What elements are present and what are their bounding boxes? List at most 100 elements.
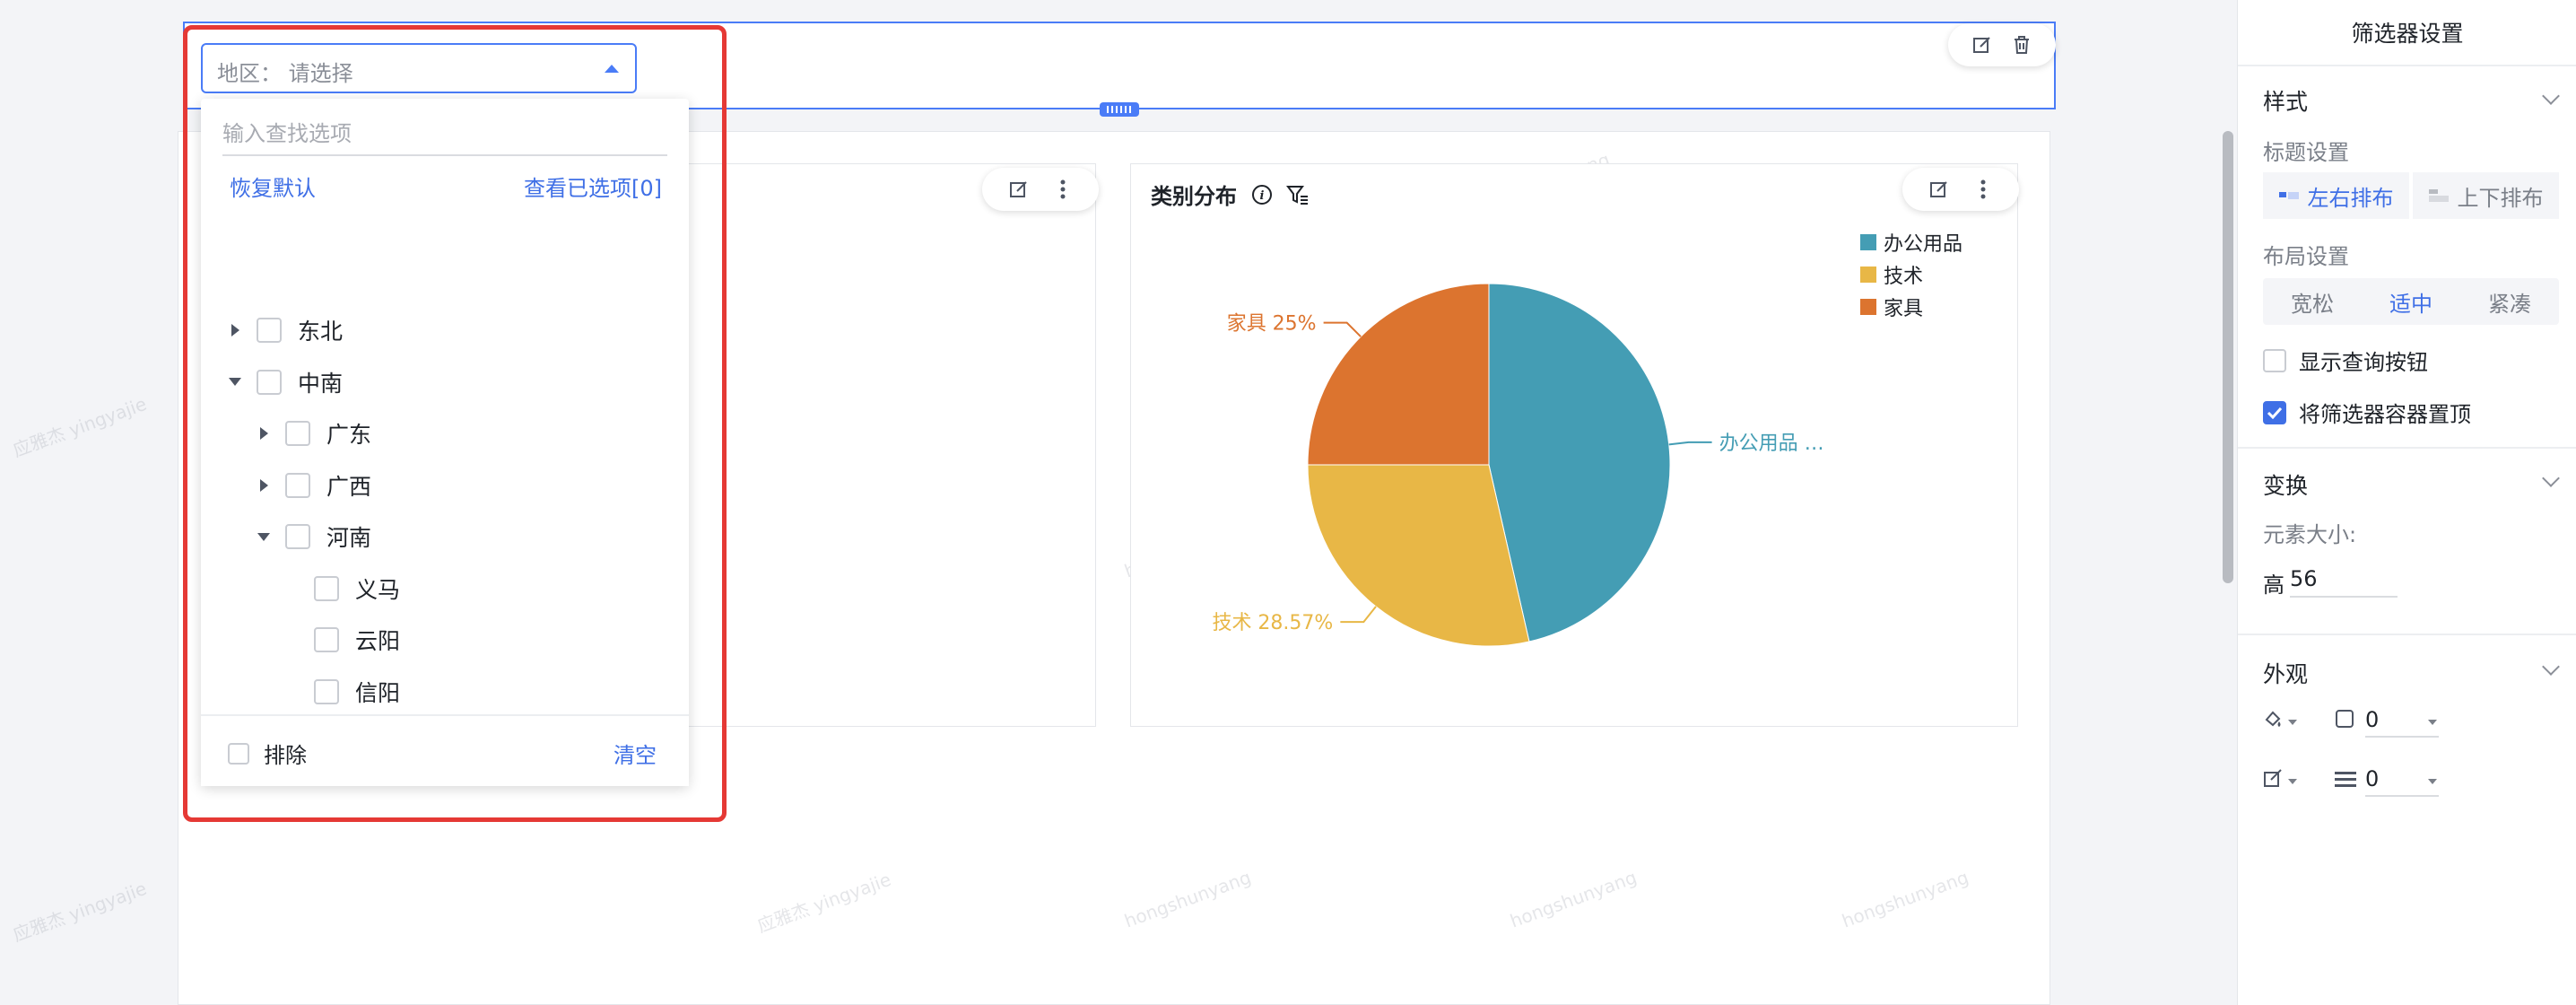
resize-handle[interactable]	[1100, 102, 1139, 117]
border-color-icon[interactable]	[2263, 768, 2284, 793]
option-search-input[interactable]	[222, 113, 667, 156]
transform-section-header[interactable]: 变换	[2263, 468, 2308, 501]
checkbox[interactable]	[257, 369, 282, 395]
legend-item[interactable]: 家具	[1860, 293, 1923, 321]
chevron-down-icon[interactable]	[2542, 87, 2560, 105]
caret-down-icon[interactable]	[255, 528, 273, 546]
border-width-icon	[2335, 770, 2356, 791]
tree-option[interactable]: 广西	[255, 468, 371, 503]
label-leader-line	[1340, 606, 1377, 624]
title-layout-vertical[interactable]: 上下排布	[2413, 172, 2559, 219]
pie-slice[interactable]	[1307, 283, 1490, 466]
caret-right-icon[interactable]	[255, 476, 273, 494]
watermark: 应雅杰 yingyajie	[10, 877, 150, 946]
checkbox[interactable]	[228, 742, 249, 765]
checkbox[interactable]	[314, 627, 339, 652]
restore-default-link[interactable]: 恢复默认	[230, 170, 316, 202]
option-label: 中南	[298, 370, 344, 397]
option-label: 广东	[326, 422, 372, 448]
caret-down-icon[interactable]	[2428, 720, 2437, 725]
clear-button[interactable]: 清空	[614, 738, 657, 769]
checkbox[interactable]	[2263, 348, 2286, 372]
caret-down-icon[interactable]	[2288, 779, 2297, 784]
edit-icon[interactable]	[1968, 31, 1997, 59]
dropdown-footer: 排除 清空	[201, 714, 689, 786]
exclude-label: 排除	[264, 743, 307, 768]
divider	[2238, 447, 2576, 449]
chevron-down-icon[interactable]	[2542, 658, 2560, 676]
tree-option[interactable]: 云阳	[283, 622, 400, 658]
element-size-label: 元素大小:	[2263, 522, 2357, 547]
fill-color-icon[interactable]	[2263, 709, 2284, 734]
legend-swatch	[1860, 234, 1876, 250]
filter-settings-panel: 筛选器设置 样式 标题设置 左右排布 上下排布 布局设置 宽松 适中 紧凑 显示…	[2237, 0, 2576, 1005]
trash-icon[interactable]	[2007, 31, 2036, 59]
option-label: 义马	[355, 576, 401, 603]
checkbox[interactable]	[285, 472, 310, 498]
edit-icon[interactable]	[1005, 175, 1033, 204]
layout-compact[interactable]: 紧凑	[2460, 278, 2559, 325]
layout-vertical-icon	[2428, 189, 2449, 202]
legend-label: 家具	[1884, 298, 1924, 320]
option-label: 显示查询按钮	[2299, 350, 2428, 375]
pin-top-option[interactable]: 将筛选器容器置顶	[2263, 397, 2471, 428]
caret-down-icon[interactable]	[226, 373, 244, 391]
option-label: 信阳	[355, 679, 401, 706]
caret-down-icon[interactable]	[2428, 779, 2437, 784]
checkbox-checked[interactable]	[2263, 400, 2286, 424]
pie-data-label: 技术 28.57%	[1212, 612, 1333, 634]
caret-right-icon[interactable]	[226, 321, 244, 339]
legend-label: 技术	[1884, 266, 1924, 288]
legend-item[interactable]: 办公用品	[1860, 228, 1962, 257]
label-leader-line	[1668, 441, 1712, 446]
tree-option[interactable]: 广东	[255, 415, 371, 451]
region-select[interactable]: 地区： 请选择	[201, 43, 637, 93]
caret-up-icon	[605, 65, 619, 73]
option-label: 广西	[326, 473, 372, 500]
chevron-down-icon[interactable]	[2542, 469, 2560, 487]
filter-container[interactable]: 地区： 请选择	[183, 22, 2056, 117]
checkbox[interactable]	[257, 318, 282, 343]
title-layout-segment[interactable]: 左右排布 上下排布	[2263, 172, 2559, 219]
checkbox[interactable]	[314, 678, 339, 704]
tree-option[interactable]: 义马	[283, 571, 400, 607]
checkbox[interactable]	[285, 421, 310, 446]
legend-label: 办公用品	[1884, 233, 1963, 256]
caret-right-icon[interactable]	[255, 424, 273, 442]
option-label: 东北	[298, 319, 344, 345]
layout-density-segment[interactable]: 宽松 适中 紧凑	[2263, 278, 2559, 325]
region-select-text: 地区： 请选择	[217, 61, 353, 86]
height-input[interactable]	[2290, 562, 2398, 598]
checkbox[interactable]	[285, 524, 310, 549]
tree-option[interactable]: 中南	[226, 364, 343, 400]
pie-data-label: 办公用品 …	[1719, 433, 1824, 455]
canvas-scrollbar[interactable]	[2223, 131, 2233, 583]
option-label: 上下排布	[2457, 185, 2544, 211]
layout-loose[interactable]: 宽松	[2263, 278, 2362, 325]
panel-title: 筛选器设置	[2351, 21, 2464, 47]
show-query-button-option[interactable]: 显示查询按钮	[2263, 345, 2428, 376]
view-selected-link[interactable]: 查看已选项[0]	[524, 170, 662, 202]
tree-option[interactable]: 信阳	[283, 674, 400, 710]
style-section-header[interactable]: 样式	[2263, 84, 2308, 117]
exclude-checkbox[interactable]: 排除	[228, 738, 307, 769]
legend-item[interactable]: 技术	[1860, 260, 1923, 289]
divider	[2238, 634, 2576, 635]
tree-option[interactable]: 河南	[255, 519, 371, 555]
layout-medium[interactable]: 适中	[2362, 278, 2460, 325]
tree-option[interactable]: 东北	[226, 312, 343, 348]
label-leader-line	[1323, 321, 1362, 337]
legend-swatch	[1860, 267, 1876, 283]
appearance-section-header[interactable]: 外观	[2263, 657, 2308, 689]
corner-radius-icon	[2335, 709, 2354, 732]
filter-toolbar	[1948, 23, 2056, 66]
option-label: 将筛选器容器置顶	[2299, 402, 2471, 427]
title-layout-horizontal[interactable]: 左右排布	[2263, 172, 2409, 219]
more-vertical-icon[interactable]	[1049, 175, 1077, 204]
legend-swatch	[1860, 299, 1876, 315]
checkbox[interactable]	[314, 575, 339, 601]
caret-down-icon[interactable]	[2288, 720, 2297, 725]
option-tree[interactable]: 东北中南广东广西河南义马云阳信阳南阳周口	[201, 309, 689, 711]
